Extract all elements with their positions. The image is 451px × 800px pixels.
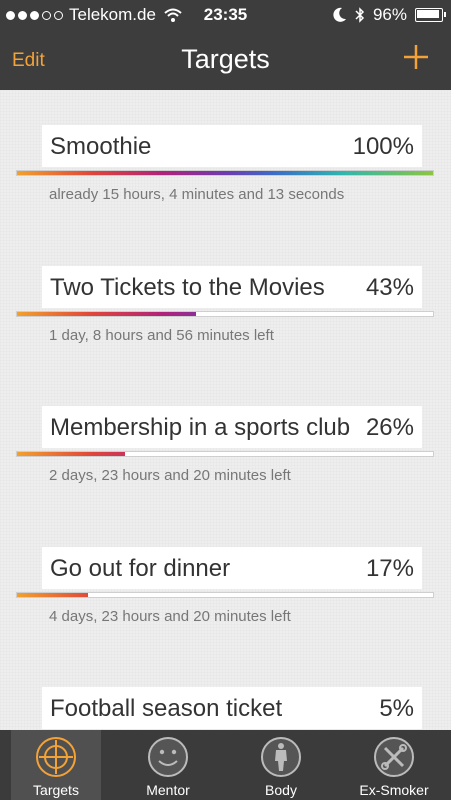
target-detail: already 15 hours, 4 minutes and 13 secon… bbox=[49, 186, 345, 203]
tab-label: Targets bbox=[33, 782, 79, 798]
progress-fill bbox=[17, 312, 196, 316]
tab-bar: Targets Mentor Body Ex-Smoker bbox=[0, 730, 451, 800]
progress-bar bbox=[16, 451, 434, 457]
tab-body[interactable]: Body bbox=[236, 730, 326, 800]
target-percent: 17% bbox=[365, 555, 414, 582]
body-icon bbox=[261, 737, 301, 777]
battery-percent: 96% bbox=[372, 5, 407, 24]
smiley-icon bbox=[148, 737, 188, 777]
tab-mentor[interactable]: Mentor bbox=[123, 730, 213, 800]
tools-icon bbox=[374, 737, 414, 777]
progress-fill bbox=[17, 452, 126, 456]
status-right: 96% bbox=[333, 5, 446, 25]
target-percent: 100% bbox=[352, 133, 414, 160]
status-bar: Telekom.de 23:35 96% bbox=[0, 0, 451, 30]
target-name: Two Tickets to the Movies bbox=[50, 274, 325, 301]
tab-label: Body bbox=[265, 782, 297, 798]
targets-list[interactable]: Smoothie 100% already 15 hours, 4 minute… bbox=[0, 90, 451, 730]
target-name: Football season ticket bbox=[50, 695, 283, 722]
target-detail: 2 days, 23 hours and 20 minutes left bbox=[49, 467, 291, 484]
page-title: Targets bbox=[181, 44, 270, 74]
target-percent: 43% bbox=[365, 274, 414, 301]
target-card: Smoothie 100% bbox=[42, 125, 422, 167]
progress-fill bbox=[17, 171, 433, 175]
target-name: Go out for dinner bbox=[50, 555, 231, 582]
target-detail: 4 days, 23 hours and 20 minutes left bbox=[49, 608, 291, 625]
tab-label: Ex-Smoker bbox=[359, 782, 429, 798]
target-name: Membership in a sports club bbox=[50, 414, 351, 441]
bluetooth-icon bbox=[355, 7, 365, 23]
tab-targets[interactable]: Targets bbox=[11, 730, 101, 800]
target-card: Two Tickets to the Movies 43% bbox=[42, 266, 422, 308]
tab-ex-smoker[interactable]: Ex-Smoker bbox=[349, 730, 439, 800]
tab-label: Mentor bbox=[146, 782, 190, 798]
target-name: Smoothie bbox=[50, 133, 152, 160]
progress-bar bbox=[16, 592, 434, 598]
progress-fill bbox=[17, 593, 88, 597]
progress-bar bbox=[16, 311, 434, 317]
battery-icon bbox=[415, 8, 446, 22]
target-card: Football season ticket 5% bbox=[42, 687, 422, 729]
navigation-bar: Edit Targets bbox=[0, 30, 451, 90]
target-percent: 5% bbox=[379, 695, 414, 722]
target-percent: 26% bbox=[365, 414, 414, 441]
add-icon[interactable] bbox=[403, 44, 429, 70]
moon-icon bbox=[333, 7, 346, 22]
target-card: Go out for dinner 17% bbox=[42, 547, 422, 589]
crosshair-icon bbox=[36, 737, 76, 777]
progress-bar bbox=[16, 170, 434, 176]
target-card: Membership in a sports club 26% bbox=[42, 406, 422, 448]
target-detail: 1 day, 8 hours and 56 minutes left bbox=[49, 327, 274, 344]
